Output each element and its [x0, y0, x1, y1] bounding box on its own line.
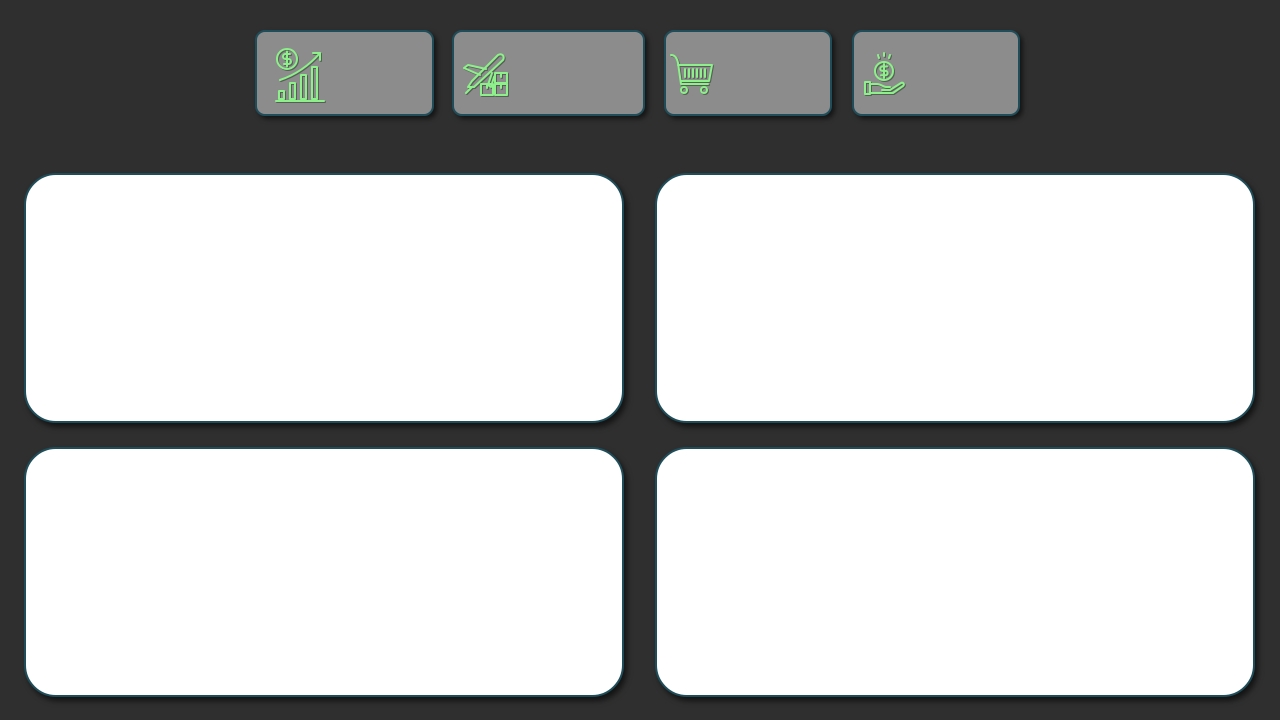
chart-panel-bottom-left[interactable]: [24, 447, 624, 697]
revenue-growth-icon: [274, 47, 330, 103]
chart-panel-top-left[interactable]: [24, 173, 624, 423]
kpi-card-orders[interactable]: [664, 30, 832, 116]
chart-panel-top-right[interactable]: [655, 173, 1255, 423]
kpi-card-payments[interactable]: [852, 30, 1020, 116]
air-cargo-shipping-icon: [462, 51, 514, 103]
chart-panel-bottom-right[interactable]: [655, 447, 1255, 697]
kpi-card-revenue[interactable]: [255, 30, 434, 116]
kpi-card-shipping[interactable]: [452, 30, 645, 116]
hand-coin-payment-icon: [863, 51, 909, 101]
shopping-cart-icon: [668, 51, 718, 101]
dashboard: [0, 0, 1280, 720]
